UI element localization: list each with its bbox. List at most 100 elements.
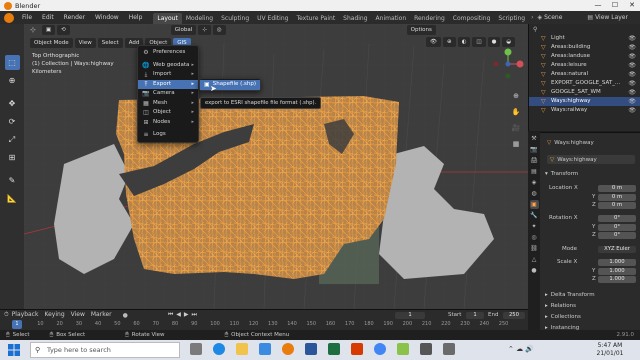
gis-menu-nodes[interactable]: ⊞ Nodes ▸ [138, 118, 198, 128]
timeline-menu-marker[interactable]: Marker [88, 310, 115, 320]
options-dropdown[interactable]: Options [406, 25, 436, 35]
eye-icon[interactable]: 👁 [628, 97, 636, 106]
view-layer-tab-icon[interactable]: ▤ [530, 167, 539, 176]
menu-select[interactable]: Select [97, 37, 123, 48]
gizmo-toggle-icon[interactable]: ⊕ [442, 37, 456, 47]
export-shapefile-item[interactable]: ▣ Shapefile (.shp) [200, 80, 260, 90]
timeline-ruler[interactable]: 0102030405060708090100110120130140150160… [0, 320, 528, 330]
windows-start-icon[interactable] [8, 344, 20, 356]
annotate-tool-icon[interactable]: ✎ [5, 173, 20, 188]
relations-section[interactable]: ▸ Relations [545, 303, 576, 309]
outliner-item-ways-highway[interactable]: ▽ Ways:highway 👁 [529, 97, 640, 106]
world-tab-icon[interactable]: ◍ [530, 189, 539, 198]
app-icon[interactable] [420, 343, 432, 355]
move-tool-icon[interactable]: ✥ [5, 96, 20, 111]
blender-taskbar-icon[interactable] [282, 343, 294, 355]
data-tab-icon[interactable]: △ [530, 255, 539, 264]
delta-transform-section[interactable]: ▸ Delta Transform [545, 292, 595, 298]
visibility-icon[interactable]: 👁 [426, 37, 441, 47]
gis-menu-preferences[interactable]: ⚙ Preferences [138, 48, 198, 58]
taskbar-clock[interactable]: 5:47 AM 21/01/01 [590, 342, 630, 358]
eye-icon[interactable]: 👁 [628, 106, 636, 115]
playhead[interactable]: 1 [12, 320, 22, 329]
task-view-icon[interactable] [190, 343, 202, 355]
rotate-tool-icon[interactable]: ⟳ [5, 114, 20, 129]
taskbar-search-input[interactable]: ⚲ Type here to search [30, 342, 180, 358]
word-icon[interactable] [305, 343, 317, 355]
cursor-tool-icon[interactable]: ⊕ [5, 73, 20, 88]
eye-icon[interactable]: 👁 [628, 52, 636, 61]
rotation-x-field[interactable]: 0° [598, 215, 636, 222]
object-name-field[interactable]: ▽ Ways:highway [547, 140, 594, 146]
constraints-tab-icon[interactable]: ⛓ [530, 244, 539, 253]
tab-texture-paint[interactable]: Texture Paint [292, 13, 339, 24]
current-frame-field[interactable]: 1 [395, 312, 425, 319]
tab-sculpting[interactable]: Sculpting [217, 13, 253, 24]
outliner-item-google-sat-wm[interactable]: ▽ GOOGLE_SAT_WM 👁 [529, 88, 640, 97]
gis-menu-import[interactable]: ⤓ Import ▸ [138, 70, 198, 80]
tab-layout[interactable]: Layout [153, 12, 182, 24]
eye-icon[interactable]: 👁 [628, 88, 636, 97]
transform-pivot-icon[interactable]: ⟲ [57, 25, 70, 35]
material-shading-icon[interactable]: ◒ [502, 37, 516, 47]
select-box-tool-icon[interactable]: ⬚ [4, 55, 20, 70]
orientation-selector[interactable]: Global [170, 25, 197, 35]
location-y-field[interactable]: 0 m [598, 194, 636, 201]
menu-window[interactable]: Window [90, 11, 124, 24]
solid-shading-icon[interactable]: ● [487, 37, 501, 47]
outliner-filter-icon[interactable]: ⚲ [533, 26, 537, 33]
powerpoint-icon[interactable] [351, 343, 363, 355]
start-frame-field[interactable]: 1 [466, 312, 484, 319]
close-window-button[interactable]: ✕ [624, 0, 640, 11]
gis-menu-camera[interactable]: 📷 Camera ▸ [138, 89, 198, 99]
rotation-mode-dropdown[interactable]: XYZ Euler [598, 246, 636, 253]
tool-tab-icon[interactable]: ⚒ [530, 134, 539, 143]
gis-menu-object[interactable]: ◫ Object ▸ [138, 108, 198, 118]
tab-modeling[interactable]: Modeling [182, 13, 217, 24]
playback-controls[interactable]: ⏮◀▶⏭ [168, 311, 200, 319]
scale-tool-icon[interactable]: ⤢ [5, 132, 20, 147]
timeline-menu-view[interactable]: View [68, 310, 88, 320]
minimize-button[interactable]: — [590, 0, 606, 11]
timeline-menu-keying[interactable]: Keying [41, 310, 67, 320]
outliner-item-ways-railway[interactable]: ▽ Ways:railway 👁 [529, 106, 640, 115]
render-tab-icon[interactable]: 📷 [530, 145, 539, 154]
mode-selector[interactable]: Object Mode [30, 37, 73, 48]
snap-icon[interactable]: ⊹ [198, 25, 211, 35]
eye-icon[interactable]: 👁 [628, 70, 636, 79]
system-tray-icons[interactable]: ⌃ ☁ 🔊 [508, 345, 534, 353]
outliner-item-light[interactable]: ▽ Light 👁 [529, 34, 640, 43]
measure-tool-icon[interactable]: 📐 [5, 191, 20, 206]
tab-uv-editing[interactable]: UV Editing [253, 13, 292, 24]
menu-edit[interactable]: Edit [37, 11, 59, 24]
file-explorer-icon[interactable] [236, 343, 248, 355]
gis-menu-export[interactable]: ⤒ Export ▸ [138, 79, 198, 89]
select-mode-icon[interactable]: ▣ [41, 25, 56, 35]
gis-menu-mesh[interactable]: ▦ Mesh ▸ [138, 99, 198, 109]
scene-selector[interactable]: Scene [542, 11, 567, 24]
outliner-item-export-google-sat[interactable]: ▽ EXPORT_GOOGLE_SAT_... 👁 [529, 79, 640, 88]
outliner-item-areas-leisure[interactable]: ▽ Areas:leisure 👁 [529, 61, 640, 70]
rotation-y-field[interactable]: 0° [598, 224, 636, 231]
outliner-item-areas-building[interactable]: ▽ Areas:building 👁 [529, 43, 640, 52]
chrome-icon[interactable] [374, 343, 386, 355]
chevron-right-icon[interactable]: › [531, 14, 533, 21]
app-icon[interactable] [443, 343, 455, 355]
record-icon[interactable]: ● [123, 312, 128, 319]
scale-z-field[interactable]: 1.000 [598, 276, 636, 283]
outliner-item-areas-natural[interactable]: ▽ Areas:natural 👁 [529, 70, 640, 79]
gis-menu-web-geodata[interactable]: 🌐 Web geodata ▸ [138, 61, 198, 71]
grid-view-icon[interactable]: ▦ [510, 136, 522, 152]
gis-menu-logs[interactable]: ≡ Logs [138, 130, 198, 140]
particles-tab-icon[interactable]: ✦ [530, 222, 539, 231]
camera-view-icon[interactable]: 🎥 [510, 120, 522, 136]
transform-section-header[interactable]: ▾ Transform [545, 171, 578, 177]
menu-render[interactable]: Render [59, 11, 90, 24]
overlay-toggle-icon[interactable]: ◐ [457, 37, 471, 47]
proportional-edit-icon[interactable]: ◎ [212, 25, 226, 35]
rotation-z-field[interactable]: 0° [598, 232, 636, 239]
view-layer-selector[interactable]: View Layer [593, 11, 633, 24]
physics-tab-icon[interactable]: ◎ [530, 233, 539, 242]
end-frame-field[interactable]: 250 [503, 312, 525, 319]
tab-shading[interactable]: Shading [339, 13, 371, 24]
